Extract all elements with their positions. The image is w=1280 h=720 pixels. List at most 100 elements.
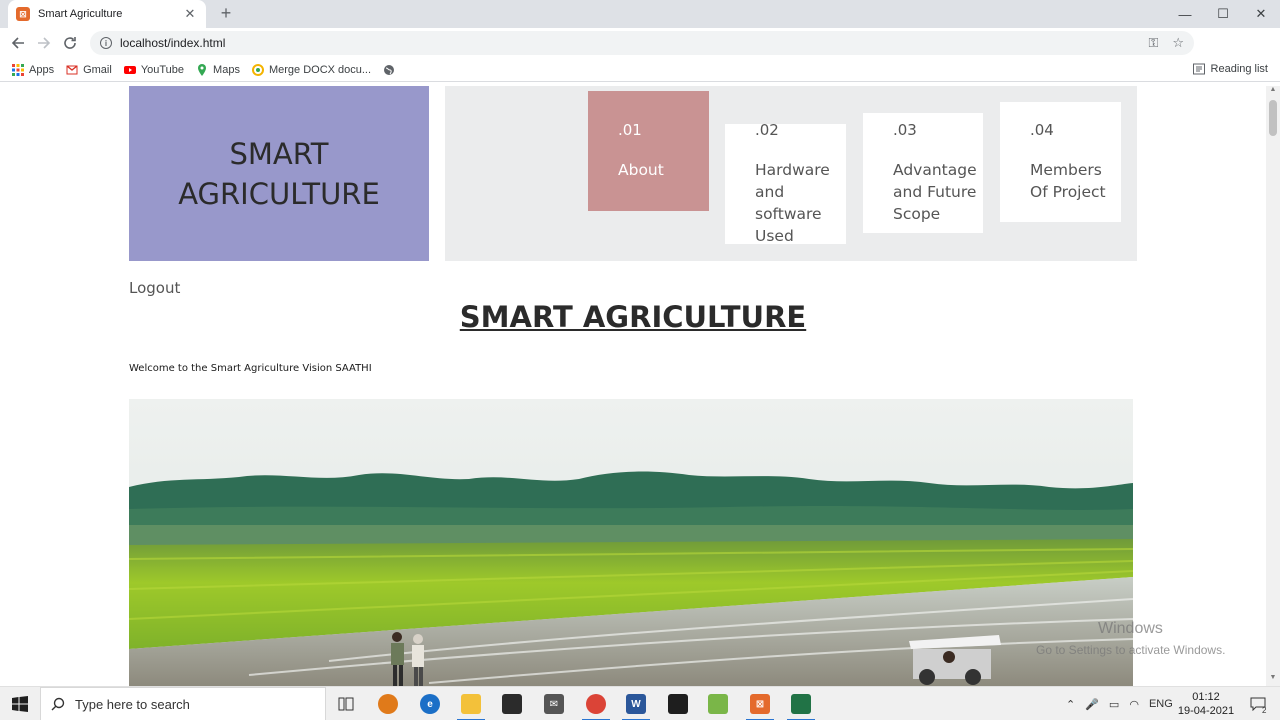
chrome-icon — [586, 694, 606, 714]
nav-card-hardware-software[interactable]: .02 Hardware and software Used — [725, 121, 846, 245]
reload-icon — [64, 37, 76, 49]
site-info-icon[interactable]: i — [100, 37, 112, 49]
search-placeholder: Type here to search — [75, 696, 190, 712]
scroll-down-arrow-icon[interactable]: ▼ — [1266, 674, 1280, 686]
nav-card-members[interactable]: .04 Members Of Project — [1000, 102, 1121, 222]
welcome-text: Welcome to the Smart Agriculture Vision … — [129, 363, 372, 374]
xampp-favicon-icon: ⊠ — [16, 7, 30, 21]
page-viewport: SMART AGRICULTURE .01 About .02 Hardware… — [0, 86, 1266, 686]
wifi-icon[interactable]: ◠ — [1129, 698, 1139, 711]
nav-card-label: Members Of Project — [1030, 161, 1106, 201]
tab-strip: ⊠ Smart Agriculture ✕ + — ☐ ✕ — [0, 0, 1280, 28]
back-arrow-icon — [11, 37, 24, 49]
nav-card-number: .02 — [755, 121, 779, 139]
brand-logo-box: SMART AGRICULTURE — [129, 86, 429, 261]
scroll-up-arrow-icon[interactable]: ▲ — [1266, 86, 1280, 98]
nav-card-number: .01 — [618, 121, 642, 139]
search-icon — [51, 697, 65, 711]
microphone-icon[interactable]: 🎤 — [1085, 698, 1099, 711]
close-window-button[interactable]: ✕ — [1242, 0, 1280, 28]
vertical-scrollbar[interactable]: ▲ ▼ — [1266, 86, 1280, 686]
apps-grid-icon — [12, 63, 24, 76]
bookmark-label: Apps — [29, 63, 55, 76]
new-tab-button[interactable]: + — [216, 3, 236, 23]
back-button[interactable] — [5, 30, 31, 56]
logout-link[interactable]: Logout — [129, 279, 180, 297]
address-bar[interactable]: i localhost/index.html ⚿ ☆ — [90, 31, 1194, 55]
scrollbar-thumb[interactable] — [1269, 100, 1277, 136]
brand-title: SMART AGRICULTURE — [178, 136, 380, 211]
nav-card-label: About — [618, 161, 664, 179]
hero-image — [129, 399, 1133, 686]
taskbar-app-fruity[interactable] — [368, 687, 408, 720]
windows-taskbar: Type here to search e ✉ W ⊠ ⌃ 🎤 ▭ ◠ ENG … — [0, 686, 1280, 720]
bookmark-youtube[interactable]: YouTube — [123, 63, 185, 76]
main-nav-panel: .01 About .02 Hardware and software Used… — [445, 86, 1137, 261]
tab-close-icon[interactable]: ✕ — [182, 6, 198, 22]
word-icon: W — [626, 694, 646, 714]
bookmark-label: Merge DOCX docu... — [268, 63, 372, 76]
gmail-icon — [66, 64, 78, 74]
mail-icon: ✉ — [544, 694, 564, 714]
youtube-icon — [123, 65, 136, 74]
bookmark-globe[interactable] — [383, 64, 400, 76]
taskbar-app-word[interactable]: W — [616, 687, 656, 720]
bookmark-label: YouTube — [140, 63, 185, 76]
system-clock[interactable]: 01:12 19-04-2021 — [1176, 690, 1236, 718]
globe-icon — [384, 64, 395, 75]
start-button[interactable] — [0, 687, 40, 720]
bookmark-gmail[interactable]: Gmail — [66, 64, 112, 76]
store-bag-icon — [502, 694, 522, 714]
taskbar-app-excel[interactable] — [781, 687, 821, 720]
taskbar-app-store[interactable] — [492, 687, 532, 720]
watermark-line-2: Go to Settings to activate Windows. — [1036, 643, 1226, 657]
nav-card-about[interactable]: .01 About — [588, 91, 709, 211]
taskbar-app-mail[interactable]: ✉ — [534, 687, 574, 720]
tray-expand-icon[interactable]: ⌃ — [1066, 698, 1075, 711]
taskbar-app-edge[interactable]: e — [410, 687, 450, 720]
nav-card-advantage-scope[interactable]: .03 Advantage and Future Scope — [863, 113, 983, 233]
nav-card-number: .04 — [1030, 121, 1054, 139]
taskbar-search[interactable]: Type here to search — [40, 687, 326, 720]
folder-icon — [461, 694, 481, 714]
minimize-button[interactable]: — — [1166, 0, 1204, 28]
reload-button[interactable] — [57, 30, 83, 56]
windows-logo-icon — [12, 696, 28, 712]
bookmarks-bar: Apps Gmail YouTube Maps Merge DOCX docu.… — [0, 58, 1280, 82]
notification-center-button[interactable]: 2 — [1238, 687, 1278, 720]
edge-icon: e — [420, 694, 440, 714]
battery-icon[interactable]: ▭ — [1109, 698, 1119, 711]
watermark-line-1: Windows — [1098, 620, 1163, 637]
browser-toolbar: i localhost/index.html ⚿ ☆ ⋮ — [0, 28, 1280, 80]
bookmark-merge-docx[interactable]: Merge DOCX docu... — [251, 63, 372, 76]
taskbar-app-chrome[interactable] — [576, 687, 616, 720]
url-text[interactable]: localhost/index.html — [120, 36, 1134, 50]
system-tray: ⌃ 🎤 ▭ ◠ ENG — [1066, 687, 1173, 720]
bookmark-label: Gmail — [83, 63, 112, 76]
maximize-button[interactable]: ☐ — [1204, 0, 1242, 28]
windows-activation-watermark: Windows Go to Settings to activate Windo… — [1036, 620, 1225, 657]
language-indicator[interactable]: ENG — [1149, 698, 1173, 710]
browser-tab[interactable]: ⊠ Smart Agriculture ✕ — [8, 0, 206, 28]
bookmark-apps[interactable]: Apps — [12, 63, 55, 76]
clock-time: 01:12 — [1192, 691, 1220, 703]
nav-card-label: Advantage and Future Scope — [893, 161, 977, 223]
bookmark-star-icon[interactable]: ☆ — [1172, 35, 1184, 51]
page-heading: SMART AGRICULTURE — [459, 300, 807, 334]
taskbar-app-code[interactable] — [658, 687, 698, 720]
taskbar-app-notepad[interactable] — [698, 687, 738, 720]
tab-title: Smart Agriculture — [38, 8, 123, 20]
reading-list-button[interactable]: Reading list — [1192, 63, 1268, 75]
reading-list-icon — [1192, 63, 1205, 75]
task-view-button[interactable] — [326, 687, 366, 720]
excel-icon — [791, 694, 811, 714]
key-icon[interactable]: ⚿ — [1148, 35, 1158, 51]
taskbar-app-file-explorer[interactable] — [451, 687, 491, 720]
clock-date: 19-04-2021 — [1177, 705, 1235, 717]
taskbar-app-xampp[interactable]: ⊠ — [740, 687, 780, 720]
bookmark-label: Maps — [213, 63, 240, 76]
merge-docx-icon — [251, 63, 264, 76]
bookmark-maps[interactable]: Maps — [196, 63, 240, 76]
task-view-icon — [338, 697, 354, 711]
forward-button[interactable] — [31, 30, 57, 56]
